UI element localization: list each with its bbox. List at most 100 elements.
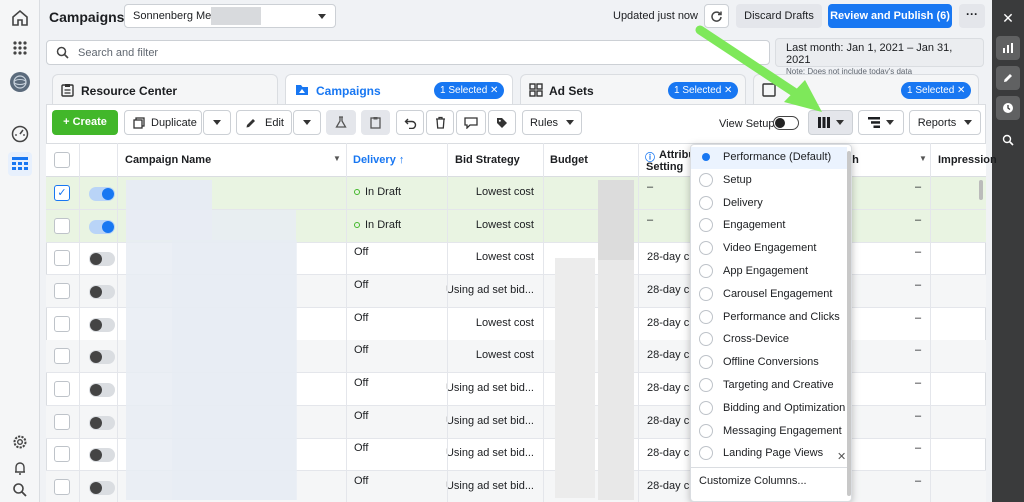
columns-menu-item[interactable]: Targeting and Creative <box>691 375 847 397</box>
more-options-button[interactable]: ··· <box>959 4 985 28</box>
clear-selection-icon[interactable]: ✕ <box>957 85 965 96</box>
rules-button[interactable]: Rules <box>522 110 582 135</box>
campaign-toggle[interactable] <box>89 383 115 397</box>
row-checkbox[interactable]: ✓ <box>54 185 70 201</box>
date-range-picker[interactable]: Last month: Jan 1, 2021 – Jan 31, 2021 N… <box>775 38 984 76</box>
selected-count-pill[interactable]: 1 Selected ✕ <box>901 82 972 99</box>
breakdown-button[interactable] <box>858 110 904 135</box>
campaign-toggle[interactable] <box>89 481 115 495</box>
column-header-impressions[interactable]: Impression <box>938 154 997 166</box>
settings-gear-icon[interactable] <box>8 430 32 454</box>
tab-ads[interactable]: 1 Selected ✕ <box>753 74 979 104</box>
duplicate-button[interactable]: Duplicate <box>124 110 202 135</box>
zoom-search-icon[interactable] <box>996 128 1020 152</box>
columns-button[interactable] <box>808 110 853 135</box>
columns-menu-item[interactable]: App Engagement <box>691 261 847 283</box>
ab-test-button[interactable] <box>326 110 356 135</box>
notifications-bell-icon[interactable] <box>8 456 32 480</box>
delivery-label: In Draft <box>365 186 402 198</box>
clear-selection-icon[interactable]: ✕ <box>490 85 498 96</box>
view-setup-toggle[interactable] <box>773 116 799 130</box>
chart-bars-icon[interactable] <box>996 36 1020 60</box>
menu-scrollbar[interactable] <box>847 151 851 496</box>
selected-count-pill[interactable]: 1 Selected ✕ <box>668 82 739 99</box>
campaign-toggle[interactable] <box>89 318 115 332</box>
tab-ad-sets[interactable]: Ad Sets 1 Selected ✕ <box>520 74 746 104</box>
row-checkbox[interactable] <box>54 250 70 266</box>
columns-menu-item[interactable]: Delivery <box>691 193 847 215</box>
refresh-button[interactable] <box>704 4 729 28</box>
edit-button[interactable]: Edit <box>236 110 292 135</box>
row-checkbox[interactable] <box>54 218 70 234</box>
sort-caret-icon[interactable]: ▼ <box>919 154 927 163</box>
columns-menu-item[interactable]: Performance (Default) <box>691 147 847 169</box>
columns-menu-item[interactable]: Offline Conversions <box>691 352 847 374</box>
columns-menu-item[interactable]: Carousel Engagement <box>691 284 847 306</box>
ads-manager-table-icon[interactable] <box>8 152 32 176</box>
duplicate-dropdown-button[interactable] <box>203 110 231 135</box>
columns-menu-item[interactable]: Messaging Engagement <box>691 421 847 443</box>
column-header-budget[interactable]: Budget <box>550 154 588 166</box>
columns-menu-item[interactable]: Setup <box>691 170 847 192</box>
reports-label: Reports <box>917 116 957 129</box>
undo-button[interactable] <box>396 110 424 135</box>
close-icon[interactable]: ✕ <box>837 450 846 463</box>
column-header-name[interactable]: Campaign Name <box>125 154 211 166</box>
discard-drafts-button[interactable]: Discard Drafts <box>736 4 822 28</box>
account-selector[interactable]: Sonnenberg Media <box>124 4 336 28</box>
home-icon[interactable] <box>8 6 32 30</box>
column-header-delivery[interactable]: Delivery ↑ <box>353 154 404 166</box>
campaign-toggle[interactable] <box>89 416 115 430</box>
row-checkbox[interactable] <box>54 381 70 397</box>
columns-menu-item-label: Targeting and Creative <box>723 379 834 391</box>
columns-menu-item[interactable]: Landing Page Views <box>691 443 847 465</box>
campaign-toggle[interactable] <box>89 448 115 462</box>
edit-dropdown-button[interactable] <box>293 110 321 135</box>
tags-button[interactable] <box>488 110 516 135</box>
column-header-bid-strategy[interactable]: Bid Strategy <box>455 154 520 166</box>
delete-button[interactable] <box>426 110 454 135</box>
selected-count-pill[interactable]: 1 Selected ✕ <box>434 82 505 99</box>
create-button[interactable]: + Create <box>52 110 118 135</box>
columns-menu-item[interactable]: Cross-Device <box>691 329 847 351</box>
sort-caret-icon[interactable]: ▼ <box>333 154 341 163</box>
clipboard-button[interactable] <box>361 110 390 135</box>
campaign-toggle[interactable] <box>89 220 115 234</box>
tab-resource-center[interactable]: Resource Center <box>52 74 278 104</box>
avatar[interactable] <box>8 70 32 94</box>
clear-selection-icon[interactable]: ✕ <box>724 85 732 96</box>
columns-menu-item[interactable]: Bidding and Optimization <box>691 398 847 420</box>
close-icon[interactable]: ✕ <box>996 6 1020 30</box>
row-checkbox[interactable] <box>54 348 70 364</box>
customize-columns-item[interactable]: Customize Columns... <box>699 475 807 487</box>
campaign-toggle[interactable] <box>89 350 115 364</box>
edit-pencil-icon[interactable] <box>996 66 1020 90</box>
search-icon[interactable] <box>8 478 32 502</box>
columns-menu-item[interactable]: Engagement <box>691 215 847 237</box>
preview-button[interactable] <box>456 110 486 135</box>
row-checkbox[interactable] <box>54 446 70 462</box>
row-checkbox[interactable] <box>54 414 70 430</box>
columns-menu-item[interactable]: Performance and Clicks <box>691 307 847 329</box>
search-input[interactable]: Search and filter <box>46 40 770 65</box>
delivery-status: Off <box>354 442 368 454</box>
campaign-toggle[interactable] <box>89 252 115 266</box>
history-clock-icon[interactable] <box>996 96 1020 120</box>
columns-menu-item-label: Delivery <box>723 196 763 209</box>
radio-icon <box>699 332 713 347</box>
reports-button[interactable]: Reports <box>909 110 981 135</box>
select-all-checkbox[interactable] <box>54 152 70 168</box>
row-checkbox[interactable] <box>54 316 70 332</box>
table-scrollbar[interactable] <box>979 180 983 200</box>
review-publish-button[interactable]: Review and Publish (6) <box>828 4 952 28</box>
row-checkbox[interactable] <box>54 479 70 495</box>
campaign-toggle[interactable] <box>89 187 115 201</box>
row-checkbox[interactable] <box>54 283 70 299</box>
dashboard-gauge-icon[interactable] <box>8 122 32 146</box>
campaign-toggle[interactable] <box>89 285 115 299</box>
columns-menu-item[interactable]: Video Engagement <box>691 238 847 260</box>
apps-grid-icon[interactable] <box>8 36 32 60</box>
tab-campaigns[interactable]: Campaigns 1 Selected ✕ <box>285 74 513 104</box>
delivery-status: In Draft <box>354 219 401 231</box>
chevron-down-icon <box>964 120 973 125</box>
